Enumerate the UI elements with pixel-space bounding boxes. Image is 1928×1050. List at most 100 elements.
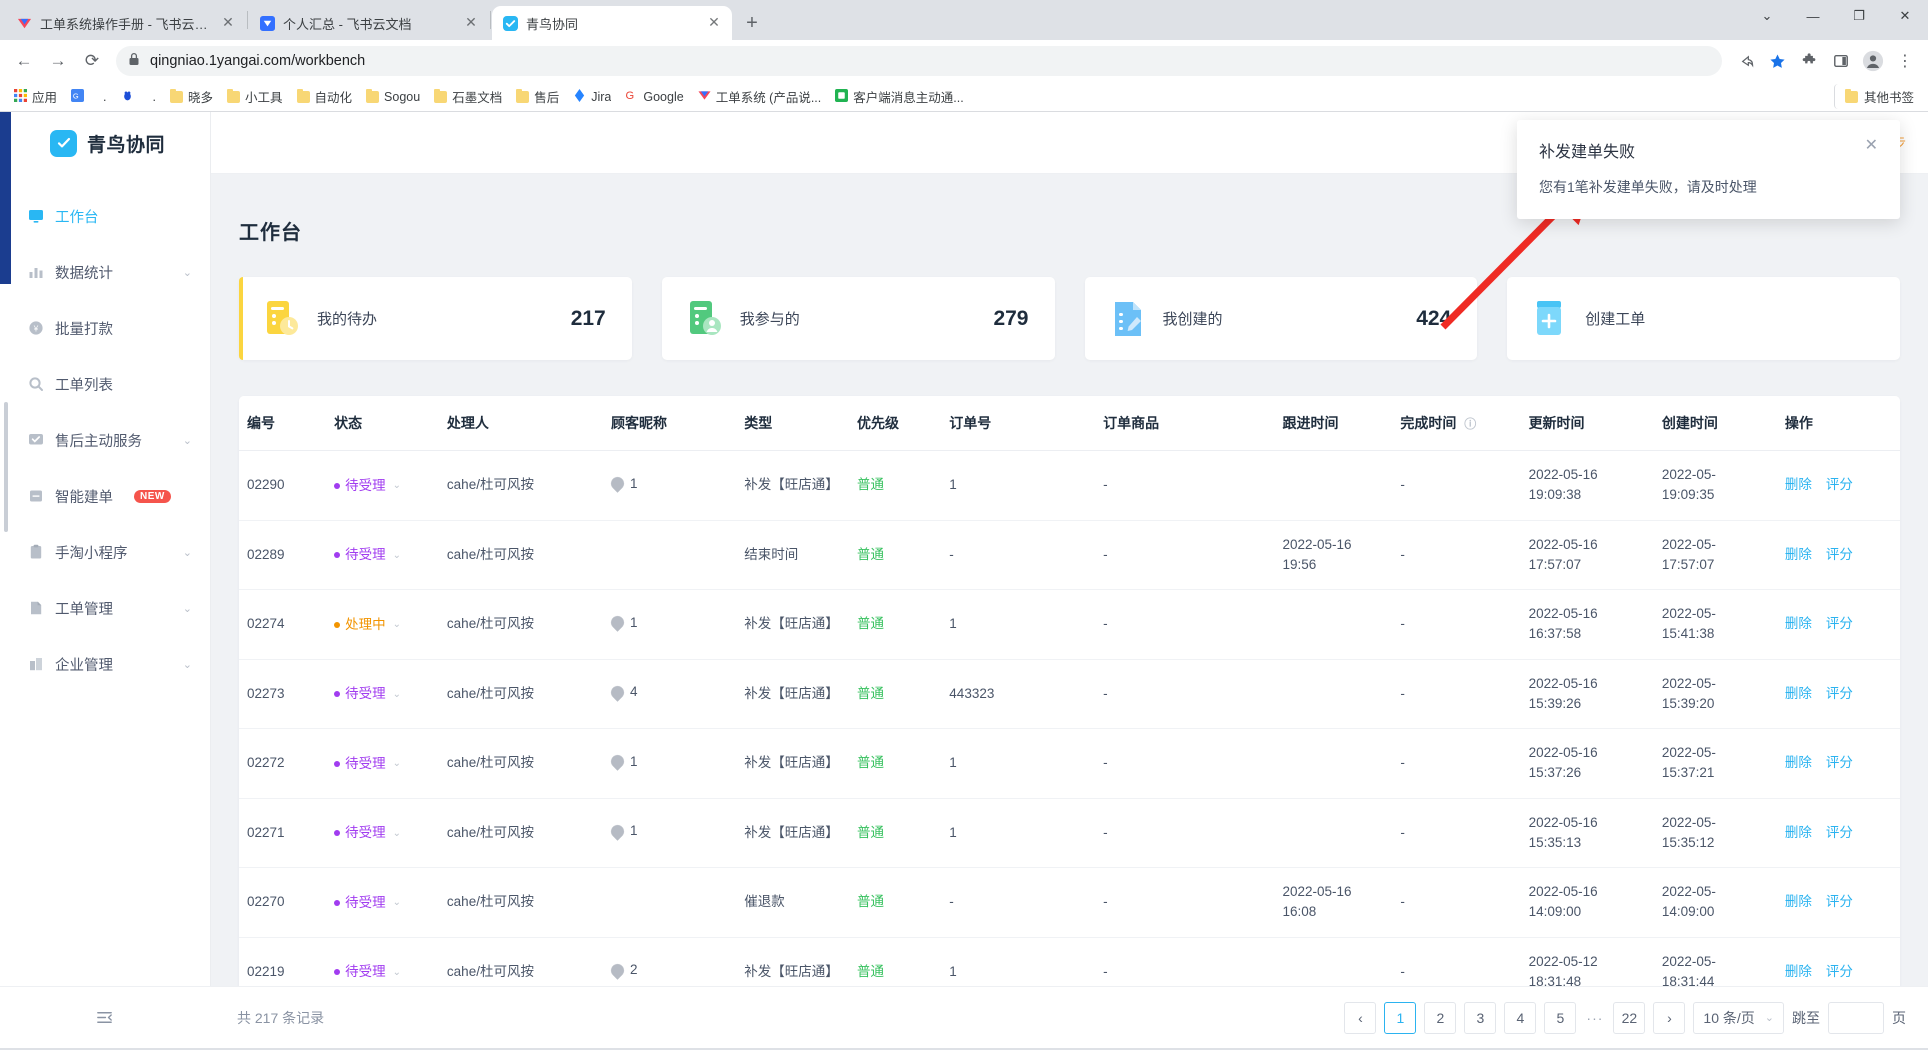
- delete-action[interactable]: 删除: [1785, 547, 1812, 562]
- jump-to-input[interactable]: [1828, 1001, 1884, 1034]
- bookmark-folder-tools[interactable]: 小工具: [221, 84, 289, 109]
- status-badge[interactable]: 待受理 ⌄: [334, 823, 401, 843]
- table-row[interactable]: 02270 待受理 ⌄ cahe/杜可风按 催退款 普通 - -2022-05-16 16:08…: [239, 867, 1900, 938]
- chevron-down-icon[interactable]: ⌄: [393, 965, 401, 980]
- pagination-last-page[interactable]: 22: [1613, 1001, 1646, 1034]
- status-badge[interactable]: 待受理 ⌄: [334, 962, 401, 982]
- chevron-down-icon[interactable]: ⌄: [393, 548, 401, 563]
- stat-card-created[interactable]: 我创建的 424: [1084, 277, 1478, 360]
- table-row[interactable]: 02289 待受理 ⌄ cahe/杜可风按 结束时间 普通 - -2022-05-16 19:5…: [239, 520, 1900, 590]
- delete-action[interactable]: 删除: [1785, 964, 1812, 979]
- back-icon[interactable]: ←: [8, 45, 40, 77]
- bookmark-dot-2[interactable]: .: [147, 87, 162, 107]
- delete-action[interactable]: 删除: [1785, 477, 1812, 492]
- share-icon[interactable]: [1730, 46, 1760, 76]
- pagination-next[interactable]: ›: [1653, 1001, 1686, 1034]
- forward-icon[interactable]: →: [42, 45, 74, 77]
- tab-close-icon[interactable]: ✕: [706, 15, 722, 31]
- rate-action[interactable]: 评分: [1826, 686, 1853, 701]
- delete-action[interactable]: 删除: [1785, 894, 1812, 909]
- maximize-button[interactable]: ❐: [1836, 0, 1882, 32]
- sidebar-item-ticket-management[interactable]: 工单管理 ⌄: [0, 580, 210, 636]
- table-row[interactable]: 02272 待受理 ⌄ cahe/杜可风按 1 补发【旺店通】 普通 1- -2022-05-1…: [239, 728, 1900, 799]
- collapse-sidebar-icon[interactable]: [0, 1008, 211, 1027]
- bookmark-folder-automation[interactable]: 自动化: [291, 84, 359, 109]
- status-badge[interactable]: 待受理 ⌄: [334, 754, 401, 774]
- tab-close-icon[interactable]: ✕: [220, 15, 236, 31]
- pagination-page-4[interactable]: 4: [1504, 1001, 1537, 1034]
- bookmark-folder-shimo[interactable]: 石墨文档: [428, 84, 508, 109]
- delete-action[interactable]: 删除: [1785, 825, 1812, 840]
- chevron-down-icon[interactable]: ⌄: [183, 602, 192, 615]
- bookmark-folder-sogou[interactable]: Sogou: [360, 87, 426, 107]
- table-row[interactable]: 02271 待受理 ⌄ cahe/杜可风按 1 补发【旺店通】 普通 1- -2022-05-1…: [239, 798, 1900, 868]
- new-tab-button[interactable]: +: [738, 9, 766, 37]
- bookmark-jira[interactable]: Jira: [567, 86, 617, 108]
- rate-action[interactable]: 评分: [1826, 825, 1853, 840]
- profile-avatar-icon[interactable]: [1858, 46, 1888, 76]
- status-badge[interactable]: 待受理 ⌄: [334, 476, 401, 496]
- extensions-puzzle-icon[interactable]: [1794, 46, 1824, 76]
- pagination-page-1[interactable]: 1: [1384, 1001, 1417, 1034]
- bookmark-star-icon[interactable]: [1762, 46, 1792, 76]
- chevron-down-icon[interactable]: ⌄: [183, 658, 192, 671]
- table-row[interactable]: 02290 待受理 ⌄ cahe/杜可风按 1 补发【旺店通】 普通 1- -2022-05-1…: [239, 450, 1900, 521]
- rate-action[interactable]: 评分: [1826, 547, 1853, 562]
- stat-card-participated[interactable]: 我参与的 279: [661, 277, 1055, 360]
- status-badge[interactable]: 待受理 ⌄: [334, 893, 401, 913]
- address-bar[interactable]: qingniao.1yangai.com/workbench: [116, 46, 1722, 76]
- rate-action[interactable]: 评分: [1826, 616, 1853, 631]
- pagination-page-5[interactable]: 5: [1544, 1001, 1577, 1034]
- chevron-down-icon[interactable]: ⌄: [393, 756, 401, 771]
- table-row[interactable]: 02219 待受理 ⌄ cahe/杜可风按 2 补发【旺店通】 普通 1- -2022-05-1…: [239, 937, 1900, 986]
- side-panel-icon[interactable]: [1826, 46, 1856, 76]
- browser-tab-3[interactable]: 青鸟协同 ✕: [492, 6, 732, 40]
- delete-action[interactable]: 删除: [1785, 755, 1812, 770]
- browser-menu-icon[interactable]: ⋮: [1890, 46, 1920, 76]
- bookmark-google[interactable]: G Google: [619, 86, 689, 108]
- bookmark-apps[interactable]: 应用: [8, 84, 63, 109]
- pagination-page-3[interactable]: 3: [1464, 1001, 1497, 1034]
- tab-close-icon[interactable]: ✕: [463, 15, 479, 31]
- bookmark-translate[interactable]: G: [65, 86, 95, 108]
- sidebar-item-taobao-miniprogram[interactable]: 手淘小程序 ⌄: [0, 524, 210, 580]
- delete-action[interactable]: 删除: [1785, 616, 1812, 631]
- status-badge[interactable]: 处理中 ⌄: [334, 615, 401, 635]
- browser-tab-2[interactable]: 个人汇总 - 飞书云文档 ✕: [249, 6, 489, 40]
- bookmark-folder-xiaoduo[interactable]: 晓多: [164, 84, 219, 109]
- minimize-button[interactable]: —: [1790, 0, 1836, 32]
- rate-action[interactable]: 评分: [1826, 477, 1853, 492]
- chevron-down-icon[interactable]: ⌄: [393, 687, 401, 702]
- rate-action[interactable]: 评分: [1826, 964, 1853, 979]
- sidebar-item-workbench[interactable]: 工作台: [0, 188, 210, 244]
- bookmark-ticket-system[interactable]: 工单系统 (产品说...: [692, 84, 828, 109]
- bookmark-folder-aftersale[interactable]: 售后: [510, 84, 565, 109]
- other-bookmarks-button[interactable]: 其他书签: [1833, 84, 1920, 109]
- rate-action[interactable]: 评分: [1826, 894, 1853, 909]
- chevron-down-icon[interactable]: ⌄: [393, 895, 401, 910]
- sidebar-item-aftersale-service[interactable]: 售后主动服务 ⌄: [0, 412, 210, 468]
- close-icon[interactable]: ✕: [1865, 138, 1878, 154]
- browser-tab-1[interactable]: 工单系统操作手册 - 飞书云文档 ✕: [6, 6, 246, 40]
- chevron-down-icon[interactable]: ⌄: [393, 617, 401, 632]
- delete-action[interactable]: 删除: [1785, 686, 1812, 701]
- chevron-down-icon[interactable]: ⌄: [183, 434, 192, 447]
- chevron-down-icon[interactable]: ⌄: [183, 266, 192, 279]
- page-size-select[interactable]: 10 条/页 ⌄: [1693, 1001, 1784, 1034]
- stat-card-create-ticket[interactable]: 创建工单: [1507, 277, 1900, 360]
- app-brand[interactable]: 青鸟协同: [0, 112, 210, 174]
- chevron-down-icon[interactable]: ⌄: [393, 478, 401, 493]
- sidebar-item-ticket-list[interactable]: 工单列表: [0, 356, 210, 412]
- status-badge[interactable]: 待受理 ⌄: [334, 545, 401, 565]
- chevron-down-icon[interactable]: ⌄: [393, 826, 401, 841]
- bookmark-client-message[interactable]: 客户端消息主动通...: [829, 84, 969, 109]
- reload-icon[interactable]: ⟳: [76, 45, 108, 77]
- pagination-page-2[interactable]: 2: [1424, 1001, 1457, 1034]
- bookmark-dot-1[interactable]: .: [97, 87, 112, 107]
- bookmark-bug[interactable]: [115, 86, 145, 108]
- close-window-button[interactable]: ✕: [1882, 0, 1928, 32]
- sidebar-item-smart-ticket[interactable]: 智能建单 NEW: [0, 468, 210, 524]
- table-row[interactable]: 02274 处理中 ⌄ cahe/杜可风按 1 补发【旺店通】 普通 1- -2022-05-1…: [239, 589, 1900, 660]
- stat-card-my-todo[interactable]: 我的待办 217: [239, 277, 632, 360]
- sidebar-item-enterprise-management[interactable]: 企业管理 ⌄: [0, 636, 210, 692]
